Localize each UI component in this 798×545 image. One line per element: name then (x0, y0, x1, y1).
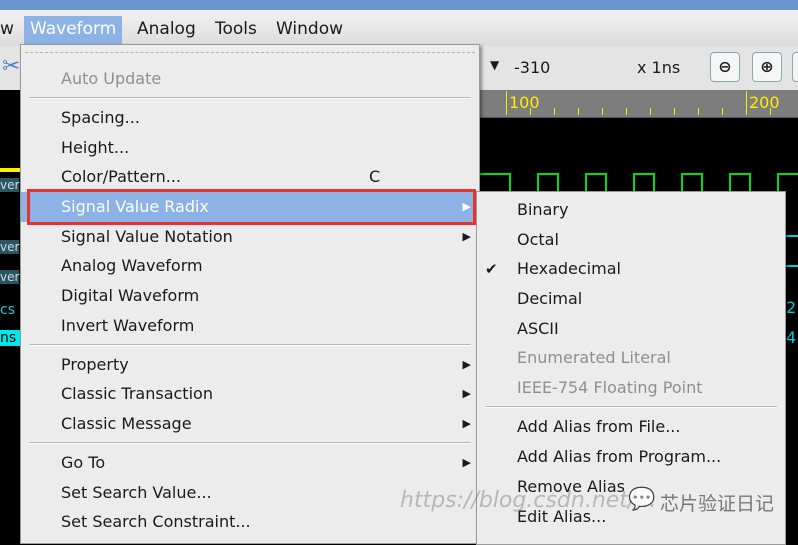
signal-label: ver (0, 240, 20, 254)
radix-submenu: Binary Octal ✔ Hexadecimal Decimal ASCII … (476, 191, 786, 545)
menu-item-classic-message[interactable]: Classic Message ▶ (21, 409, 479, 439)
submenu-arrow-icon: ▶ (462, 358, 471, 371)
menu-bar: w Waveform Analog Tools Window (0, 10, 798, 46)
menu-item-go-to[interactable]: Go To ▶ (21, 448, 479, 478)
shortcut-label: C (369, 167, 381, 186)
menu-waveform[interactable]: Waveform (24, 16, 123, 46)
menu-item-color-pattern[interactable]: Color/Pattern... C (21, 162, 479, 192)
menu-item-add-alias-program[interactable]: Add Alias from Program... (477, 442, 785, 472)
zoom-button[interactable] (792, 52, 798, 82)
submenu-arrow-icon: ▶ (462, 456, 471, 469)
cut-icon[interactable]: ✂ (2, 54, 20, 79)
menu-item-signal-value-notation[interactable]: Signal Value Notation ▶ (21, 222, 479, 252)
menu-item-height[interactable]: Height... (21, 133, 479, 163)
menu-item-spacing[interactable]: Spacing... (21, 103, 479, 133)
signal-label: ns (0, 330, 22, 346)
signal-name-pane: ver ver ver cs ns (0, 90, 22, 534)
menu-item-set-search-value[interactable]: Set Search Value... (21, 478, 479, 508)
checkmark-icon: ✔ (485, 260, 498, 278)
menu-item-invert-waveform[interactable]: Invert Waveform (21, 311, 479, 341)
menu-item-octal[interactable]: Octal (477, 225, 785, 255)
signal-label: ver (0, 270, 20, 284)
menu-item-remove-alias[interactable]: Remove Alias (477, 472, 785, 502)
signal-label: ver (0, 178, 20, 192)
menu-item-edit-alias[interactable]: Edit Alias... (477, 502, 785, 532)
annotation-highlight-box (27, 189, 476, 225)
menu-item-auto-update: Auto Update (61, 69, 162, 88)
menu-item-classic-transaction[interactable]: Classic Transaction ▶ (21, 379, 479, 409)
menu-item-digital-waveform[interactable]: Digital Waveform (21, 281, 479, 311)
menu-item-analog-waveform[interactable]: Analog Waveform (21, 251, 479, 281)
dropdown-arrow-icon[interactable]: ▼ (490, 58, 499, 72)
title-bar (0, 0, 798, 10)
menu-window[interactable]: Window (270, 16, 349, 46)
signal-label: cs (0, 302, 15, 318)
zoom-out-icon[interactable]: ⊖ (710, 52, 740, 82)
submenu-arrow-icon: ▶ (462, 387, 471, 400)
tearoff-line[interactable] (25, 52, 475, 53)
submenu-arrow-icon: ▶ (462, 417, 471, 430)
time-ruler: 100 200 (480, 90, 798, 118)
signal-value: 2 (786, 298, 797, 317)
menu-item-property[interactable]: Property ▶ (21, 350, 479, 380)
ruler-label: 200 (749, 93, 780, 112)
ruler-label: 100 (509, 93, 540, 112)
menu-tools[interactable]: Tools (209, 16, 263, 46)
menu-item-ieee-754: IEEE-754 Floating Point (517, 378, 703, 397)
zoom-in-icon[interactable]: ⊕ (752, 52, 782, 82)
time-value[interactable]: -310 (514, 58, 550, 77)
menu-item-decimal[interactable]: Decimal (477, 284, 785, 314)
menu-item-binary[interactable]: Binary (477, 195, 785, 225)
menu-item-add-alias-file[interactable]: Add Alias from File... (477, 412, 785, 442)
menu-analog[interactable]: Analog (131, 16, 202, 46)
time-unit: x 1ns (637, 58, 681, 77)
signal-value: 4 (786, 328, 797, 347)
waveform-menu: Auto Update Spacing... Height... Color/P… (20, 44, 480, 544)
menu-item-hexadecimal[interactable]: ✔ Hexadecimal (477, 254, 785, 284)
menu-view[interactable]: w (0, 16, 20, 46)
submenu-arrow-icon: ▶ (462, 230, 471, 243)
clock-signal (480, 173, 798, 193)
menu-item-ascii[interactable]: ASCII (477, 314, 785, 344)
menu-item-set-search-constraint[interactable]: Set Search Constraint... (21, 507, 479, 537)
menu-item-enumerated-literal: Enumerated Literal (517, 348, 671, 367)
